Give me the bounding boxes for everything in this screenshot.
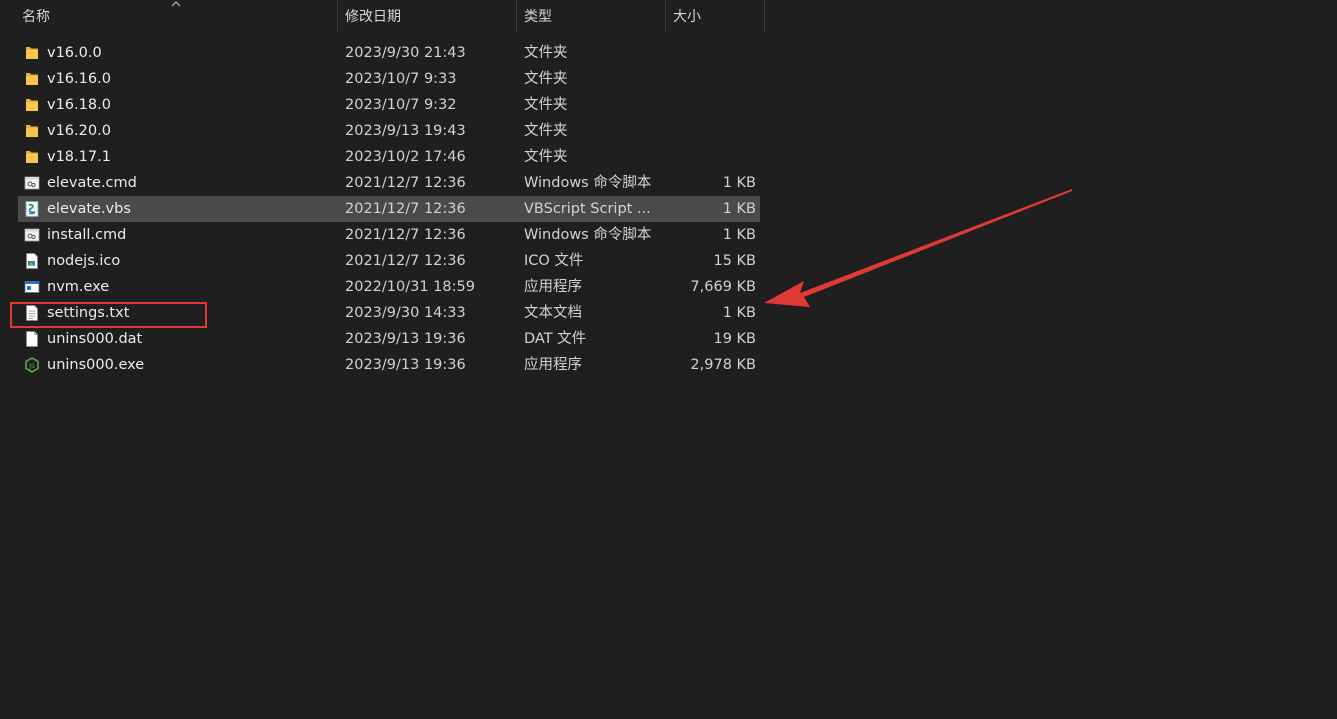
file-name: unins000.dat bbox=[47, 331, 143, 347]
vbscript-icon bbox=[24, 200, 40, 218]
file-row[interactable]: install.cmd 2021/12/7 12:36 Windows 命令脚本 1 … bbox=[18, 222, 760, 248]
file-size: 15 KB bbox=[713, 253, 756, 269]
file-row[interactable]: unins000.dat 2023/9/13 19:36 DAT 文件 19 KB bbox=[18, 326, 760, 352]
file-type: ICO 文件 bbox=[524, 253, 584, 269]
folder-icon bbox=[24, 96, 40, 114]
file-type: VBScript Script ... bbox=[524, 201, 651, 217]
file-row[interactable]: nvm.exe 2022/10/31 18:59 应用程序 7,669 KB bbox=[18, 274, 760, 300]
file-size: 1 KB bbox=[722, 201, 756, 217]
column-header-date-label: 修改日期 bbox=[345, 9, 401, 25]
file-type: Windows 命令脚本 bbox=[524, 227, 652, 243]
annotation-arrow bbox=[764, 189, 1072, 307]
file-size: 1 KB bbox=[722, 305, 756, 321]
file-modified-date: 2023/9/13 19:36 bbox=[345, 357, 466, 373]
file-row[interactable]: v16.20.0 2023/9/13 19:43 文件夹 bbox=[18, 118, 760, 144]
file-name: nvm.exe bbox=[47, 279, 110, 295]
file-row[interactable]: JS unins000.exe 2023/9/13 19:36 应用程序 2,978 K… bbox=[18, 352, 760, 378]
folder-icon bbox=[24, 70, 40, 88]
sort-ascending-icon bbox=[171, 1, 181, 7]
file-type: 文件夹 bbox=[524, 71, 568, 87]
file-type: 文件夹 bbox=[524, 45, 568, 61]
file-type: Windows 命令脚本 bbox=[524, 175, 652, 191]
file-name: v16.20.0 bbox=[47, 123, 111, 139]
column-header-bar: 名称 修改日期 类型 大小 bbox=[0, 0, 765, 33]
file-type: 应用程序 bbox=[524, 279, 582, 295]
blank-file-icon bbox=[24, 330, 40, 348]
column-header-type[interactable]: 类型 bbox=[517, 0, 666, 33]
file-modified-date: 2021/12/7 12:36 bbox=[345, 253, 466, 269]
folder-icon bbox=[24, 44, 40, 62]
file-modified-date: 2023/9/30 21:43 bbox=[345, 45, 466, 61]
application-icon bbox=[24, 278, 40, 296]
file-modified-date: 2023/10/2 17:46 bbox=[345, 149, 466, 165]
file-size: 2,978 KB bbox=[690, 357, 756, 373]
file-name: v16.0.0 bbox=[47, 45, 102, 61]
image-file-icon bbox=[24, 252, 40, 270]
column-header-size-label: 大小 bbox=[673, 9, 701, 25]
file-type: 文件夹 bbox=[524, 123, 568, 139]
file-name: nodejs.ico bbox=[47, 253, 121, 269]
file-modified-date: 2022/10/31 18:59 bbox=[345, 279, 475, 295]
file-row[interactable]: nodejs.ico 2021/12/7 12:36 ICO 文件 15 KB bbox=[18, 248, 760, 274]
file-modified-date: 2023/9/13 19:36 bbox=[345, 331, 466, 347]
file-name: elevate.cmd bbox=[47, 175, 137, 191]
file-modified-date: 2021/12/7 12:36 bbox=[345, 175, 466, 191]
file-type: DAT 文件 bbox=[524, 331, 587, 347]
file-type: 文件夹 bbox=[524, 97, 568, 113]
file-type: 应用程序 bbox=[524, 357, 582, 373]
folder-icon bbox=[24, 148, 40, 166]
cmd-script-icon bbox=[24, 226, 40, 244]
cmd-script-icon bbox=[24, 174, 40, 192]
file-size: 19 KB bbox=[713, 331, 756, 347]
file-modified-date: 2021/12/7 12:36 bbox=[345, 201, 466, 217]
file-modified-date: 2023/9/30 14:33 bbox=[345, 305, 466, 321]
file-size: 7,669 KB bbox=[690, 279, 756, 295]
installer-icon: JS bbox=[24, 356, 40, 374]
file-row[interactable]: elevate.vbs 2021/12/7 12:36 VBScript Scrip… bbox=[18, 196, 760, 222]
file-row[interactable]: v18.17.1 2023/10/2 17:46 文件夹 bbox=[18, 144, 760, 170]
file-name: v16.18.0 bbox=[47, 97, 111, 113]
column-header-type-label: 类型 bbox=[524, 9, 552, 25]
file-name: v16.16.0 bbox=[47, 71, 111, 87]
file-size: 1 KB bbox=[722, 175, 756, 191]
column-header-name-label: 名称 bbox=[22, 9, 50, 25]
file-type: 文本文档 bbox=[524, 305, 582, 321]
file-modified-date: 2023/9/13 19:43 bbox=[345, 123, 466, 139]
file-name: unins000.exe bbox=[47, 357, 145, 373]
annotation-highlight-box bbox=[10, 302, 207, 328]
folder-icon bbox=[24, 122, 40, 140]
file-modified-date: 2021/12/7 12:36 bbox=[345, 227, 466, 243]
file-row[interactable]: elevate.cmd 2021/12/7 12:36 Windows 命令脚本 1 … bbox=[18, 170, 760, 196]
file-name: v18.17.1 bbox=[47, 149, 111, 165]
file-size: 1 KB bbox=[722, 227, 756, 243]
file-modified-date: 2023/10/7 9:33 bbox=[345, 71, 457, 87]
file-modified-date: 2023/10/7 9:32 bbox=[345, 97, 457, 113]
file-name: elevate.vbs bbox=[47, 201, 131, 217]
column-header-size[interactable]: 大小 bbox=[666, 0, 765, 33]
file-type: 文件夹 bbox=[524, 149, 568, 165]
svg-text:JS: JS bbox=[28, 363, 35, 370]
file-row[interactable]: v16.16.0 2023/10/7 9:33 文件夹 bbox=[18, 66, 760, 92]
file-name: install.cmd bbox=[47, 227, 127, 243]
file-row[interactable]: v16.18.0 2023/10/7 9:32 文件夹 bbox=[18, 92, 760, 118]
column-header-date[interactable]: 修改日期 bbox=[338, 0, 517, 33]
file-row[interactable]: v16.0.0 2023/9/30 21:43 文件夹 bbox=[18, 40, 760, 66]
